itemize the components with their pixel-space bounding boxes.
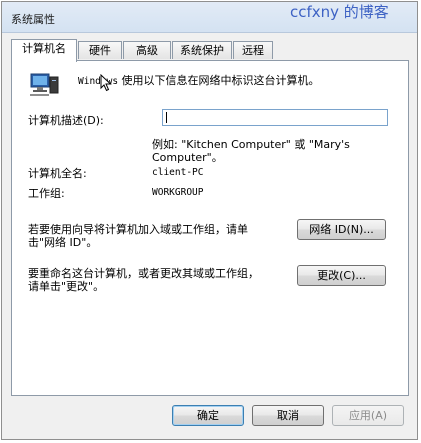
- apply-button[interactable]: 应用(A): [332, 405, 404, 426]
- wizard-text-line-2: 击"网络 ID"。: [28, 236, 98, 249]
- full-name-value: client-PC: [152, 167, 204, 178]
- ok-button[interactable]: 确定: [172, 405, 244, 426]
- computer-name-panel: Windows 使用以下信息在网络中标识这台计算机。 计算机描述(D): 例如:…: [11, 60, 409, 396]
- workgroup-label: 工作组:: [28, 187, 65, 200]
- computer-icon: [30, 73, 60, 100]
- tab-system-protection[interactable]: 系统保护: [172, 41, 232, 59]
- watermark: ccfxny 的博客: [290, 3, 389, 21]
- change-button[interactable]: 更改(C)...: [297, 265, 386, 286]
- text-caret: [166, 112, 167, 123]
- description-label: 计算机描述(D):: [28, 114, 104, 127]
- description-input[interactable]: [162, 109, 388, 126]
- tab-computer-name[interactable]: 计算机名: [11, 39, 77, 62]
- network-id-button[interactable]: 网络 ID(N)...: [297, 219, 386, 240]
- system-properties-dialog: 系统属性 ccfxny 的博客 计算机名 硬件 高级 系统保护 远程 Windo…: [1, 1, 418, 440]
- tab-advanced[interactable]: 高级: [123, 41, 171, 59]
- window-title: 系统属性: [11, 13, 55, 26]
- tab-remote[interactable]: 远程: [233, 41, 273, 59]
- rename-text-line-2: 请单击"更改"。: [28, 280, 105, 293]
- mouse-pointer-icon: [100, 73, 112, 95]
- workgroup-value: WORKGROUP: [152, 187, 204, 198]
- full-name-label: 计算机全名:: [28, 167, 87, 180]
- example-line-2: Computer"。: [152, 151, 223, 164]
- cancel-button[interactable]: 取消: [252, 405, 324, 426]
- tab-hardware[interactable]: 硬件: [78, 41, 122, 59]
- intro-prefix: Windows: [78, 76, 119, 87]
- intro-text: 使用以下信息在网络中标识这台计算机。: [118, 74, 320, 87]
